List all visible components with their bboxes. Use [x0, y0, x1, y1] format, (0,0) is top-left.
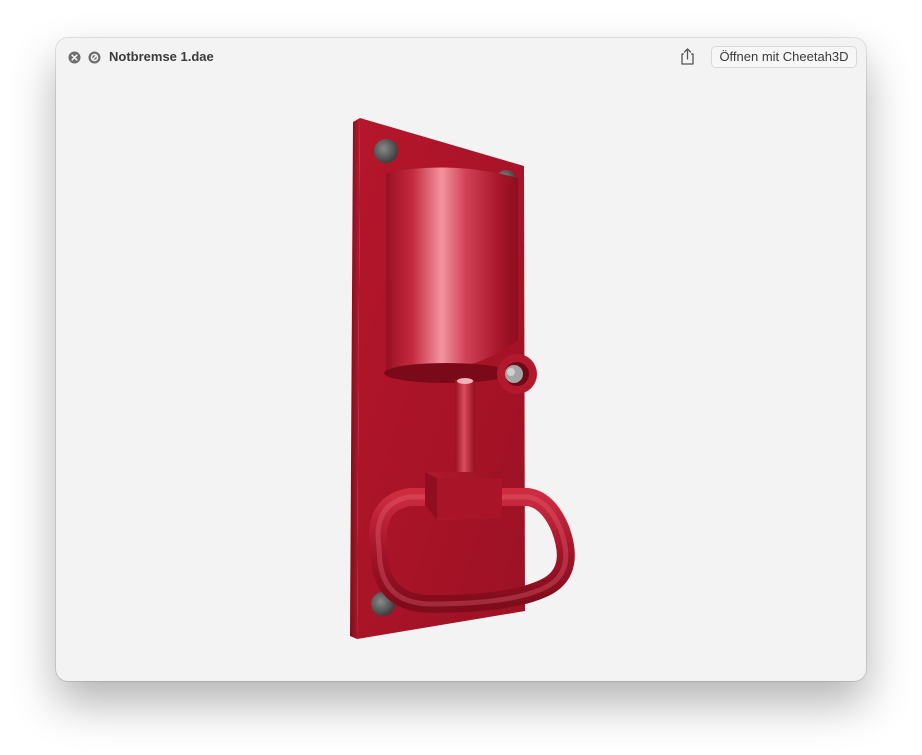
close-icon[interactable] — [68, 51, 81, 64]
model-preview-viewport[interactable] — [56, 38, 866, 681]
prohibit-icon[interactable] — [88, 51, 101, 64]
window-title: Notbremse 1.dae — [109, 49, 214, 64]
share-icon[interactable] — [679, 47, 696, 66]
open-with-button[interactable]: Öffnen mit Cheetah3D — [711, 46, 857, 68]
titlebar: Notbremse 1.dae Öffnen mit Cheetah3D — [56, 38, 866, 76]
emergency-brake-model — [350, 118, 575, 639]
quicklook-window: Notbremse 1.dae Öffnen mit Cheetah3D — [56, 38, 866, 681]
